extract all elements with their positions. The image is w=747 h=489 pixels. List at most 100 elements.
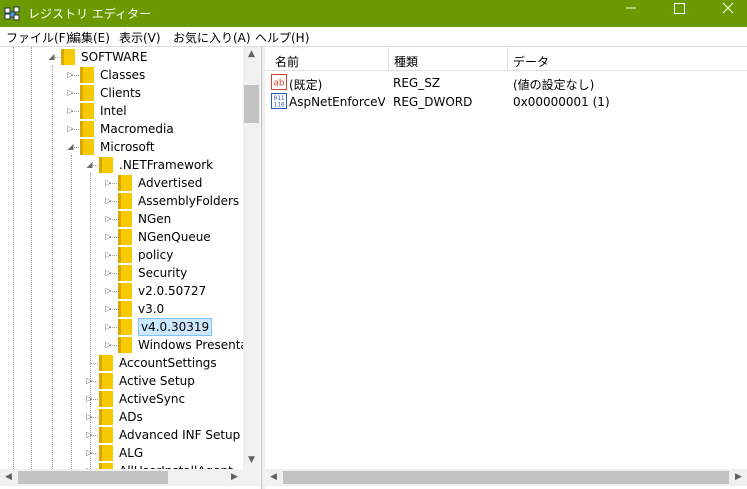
- menu-edit[interactable]: 編集(E): [69, 29, 110, 46]
- expand-arrow-icon[interactable]: ▷: [104, 196, 113, 205]
- scroll-right-arrow-icon[interactable]: ▶: [226, 472, 243, 482]
- tree-node[interactable]: ▷ v3.0: [0, 300, 243, 318]
- tree-node[interactable]: ▷ Advertised: [0, 174, 243, 192]
- value-type: REG_DWORD: [393, 95, 473, 109]
- tree-node[interactable]: ▷ Security: [0, 264, 243, 282]
- tree-node[interactable]: ▷ ADs: [0, 408, 243, 426]
- tree-node[interactable]: ◢ Microsoft: [0, 138, 243, 156]
- column-header-name[interactable]: 名前: [275, 53, 299, 70]
- value-data: (値の設定なし): [513, 78, 595, 92]
- column-divider[interactable]: [388, 47, 389, 71]
- menu-help[interactable]: ヘルプ(H): [255, 29, 309, 46]
- tree-node[interactable]: ▷ policy: [0, 246, 243, 264]
- tree-horizontal-scroll-thumb[interactable]: [18, 471, 168, 484]
- tree-node[interactable]: ▷ NGen: [0, 210, 243, 228]
- tree-node[interactable]: AccountSettings: [0, 354, 243, 372]
- menu-favorites[interactable]: お気に入り(A): [173, 29, 251, 46]
- folder-icon: [118, 337, 132, 353]
- menu-file[interactable]: ファイル(F): [6, 29, 70, 46]
- value-row[interactable]: 011 110 AspNetEnforceV... REG_DWORD 0x00…: [265, 92, 747, 111]
- tree-node[interactable]: ▷ Classes: [0, 66, 243, 84]
- scroll-down-arrow-icon[interactable]: ▼: [243, 455, 260, 465]
- expand-arrow-icon[interactable]: ▷: [85, 430, 94, 439]
- tree-node[interactable]: ▷ Macromedia: [0, 120, 243, 138]
- collapse-arrow-icon[interactable]: ◢: [85, 160, 94, 169]
- svg-text:110: 110: [274, 102, 285, 109]
- tree-node-label: v3.0: [138, 302, 165, 316]
- tree-node[interactable]: ▷ Clients: [0, 84, 243, 102]
- folder-icon: [118, 247, 132, 263]
- title-bar: レジストリ エディター: [0, 0, 747, 27]
- expand-arrow-icon[interactable]: ▷: [85, 448, 94, 457]
- expand-arrow-icon[interactable]: ▷: [66, 124, 75, 133]
- expand-arrow-icon[interactable]: ▷: [66, 70, 75, 79]
- tree-node[interactable]: ▷ AssemblyFolders: [0, 192, 243, 210]
- folder-icon: [118, 283, 132, 299]
- tree-node[interactable]: ◢ SOFTWARE: [0, 48, 243, 66]
- close-button[interactable]: [704, 0, 747, 27]
- expand-arrow-icon[interactable]: ▷: [104, 214, 113, 223]
- tree-node-label: Classes: [100, 68, 146, 82]
- values-horizontal-scrollbar[interactable]: ◀ ▶: [265, 469, 747, 486]
- tree-node[interactable]: ▷ NGenQueue: [0, 228, 243, 246]
- tree-node[interactable]: ▷ Advanced INF Setup: [0, 426, 243, 444]
- column-header-type[interactable]: 種類: [394, 53, 418, 70]
- folder-icon: [80, 121, 94, 137]
- tree-node[interactable]: ▷ Windows Presentati: [0, 336, 243, 354]
- expand-arrow-icon[interactable]: ▷: [66, 106, 75, 115]
- folder-icon: [80, 67, 94, 83]
- tree-vertical-scrollbar[interactable]: ▲ ▼: [243, 47, 260, 469]
- tree-node[interactable]: ▷ Active Setup: [0, 372, 243, 390]
- expand-arrow-icon[interactable]: ▷: [104, 178, 113, 187]
- scroll-left-arrow-icon[interactable]: ◀: [0, 472, 17, 482]
- expand-arrow-icon[interactable]: ▷: [104, 340, 113, 349]
- expand-arrow-icon[interactable]: ▷: [104, 250, 113, 259]
- tree-horizontal-scrollbar[interactable]: ◀ ▶: [0, 469, 243, 486]
- column-divider[interactable]: [507, 47, 508, 71]
- tree-node[interactable]: ▷ v4.0.30319: [0, 318, 243, 336]
- binary-value-icon: 011 110: [271, 93, 287, 109]
- tree-node[interactable]: ▷ v2.0.50727: [0, 282, 243, 300]
- minimize-button[interactable]: [608, 0, 654, 27]
- menu-view[interactable]: 表示(V): [119, 29, 161, 46]
- tree-node-label: policy: [138, 248, 174, 262]
- scroll-up-arrow-icon[interactable]: ▲: [243, 49, 260, 59]
- expand-arrow-icon[interactable]: ▷: [66, 88, 75, 97]
- folder-icon: [118, 211, 132, 227]
- tree-node-label: SOFTWARE: [81, 50, 148, 64]
- tree-node[interactable]: ▷AllUserInstallAgent: [0, 462, 243, 469]
- column-header-data[interactable]: データ: [513, 53, 549, 70]
- expand-arrow-icon[interactable]: ▷: [85, 412, 94, 421]
- expand-arrow-icon[interactable]: ▷: [104, 268, 113, 277]
- folder-icon: [118, 265, 132, 281]
- expand-arrow-icon[interactable]: ▷: [104, 304, 113, 313]
- registry-editor-icon: [4, 6, 20, 21]
- value-row[interactable]: ab (既定) REG_SZ (値の設定なし): [265, 73, 747, 92]
- values-pane: 名前 種類 データ ab (既定) REG_SZ (値の設定なし) 011 11…: [265, 47, 747, 489]
- expand-arrow-icon[interactable]: ▷: [104, 322, 113, 331]
- expand-arrow-icon[interactable]: ▷: [104, 286, 113, 295]
- tree-vertical-scroll-thumb[interactable]: [244, 85, 259, 123]
- values-header: 名前 種類 データ: [265, 47, 747, 71]
- scroll-right-arrow-icon[interactable]: ▶: [730, 472, 747, 482]
- expand-arrow-icon[interactable]: ▷: [85, 394, 94, 403]
- expand-arrow-icon[interactable]: ▷: [85, 376, 94, 385]
- key-tree[interactable]: ◢ SOFTWARE ▷ Classes ▷ Clients ▷ Intel ▷ Macromed…: [0, 47, 243, 469]
- expand-arrow-icon[interactable]: ▷: [104, 232, 113, 241]
- collapse-arrow-icon[interactable]: ◢: [47, 52, 56, 61]
- tree-node[interactable]: ▷ ActiveSync: [0, 390, 243, 408]
- tree-node-label: Security: [138, 266, 188, 280]
- tree-node[interactable]: ◢ .NETFramework: [0, 156, 243, 174]
- scroll-left-arrow-icon[interactable]: ◀: [265, 472, 282, 482]
- value-type: REG_SZ: [393, 76, 441, 90]
- string-value-icon: ab: [271, 74, 287, 90]
- collapse-arrow-icon[interactable]: ◢: [66, 142, 75, 151]
- tree-node-label-selected: v4.0.30319: [138, 318, 213, 336]
- values-horizontal-scroll-thumb[interactable]: [283, 471, 729, 484]
- tree-node-label: Microsoft: [100, 140, 155, 154]
- tree-node-label: Advertised: [138, 176, 203, 190]
- maximize-button[interactable]: [656, 0, 702, 27]
- tree-node[interactable]: ▷ Intel: [0, 102, 243, 120]
- tree-node[interactable]: ▷ ALG: [0, 444, 243, 462]
- value-name: AspNetEnforceV...: [289, 95, 385, 109]
